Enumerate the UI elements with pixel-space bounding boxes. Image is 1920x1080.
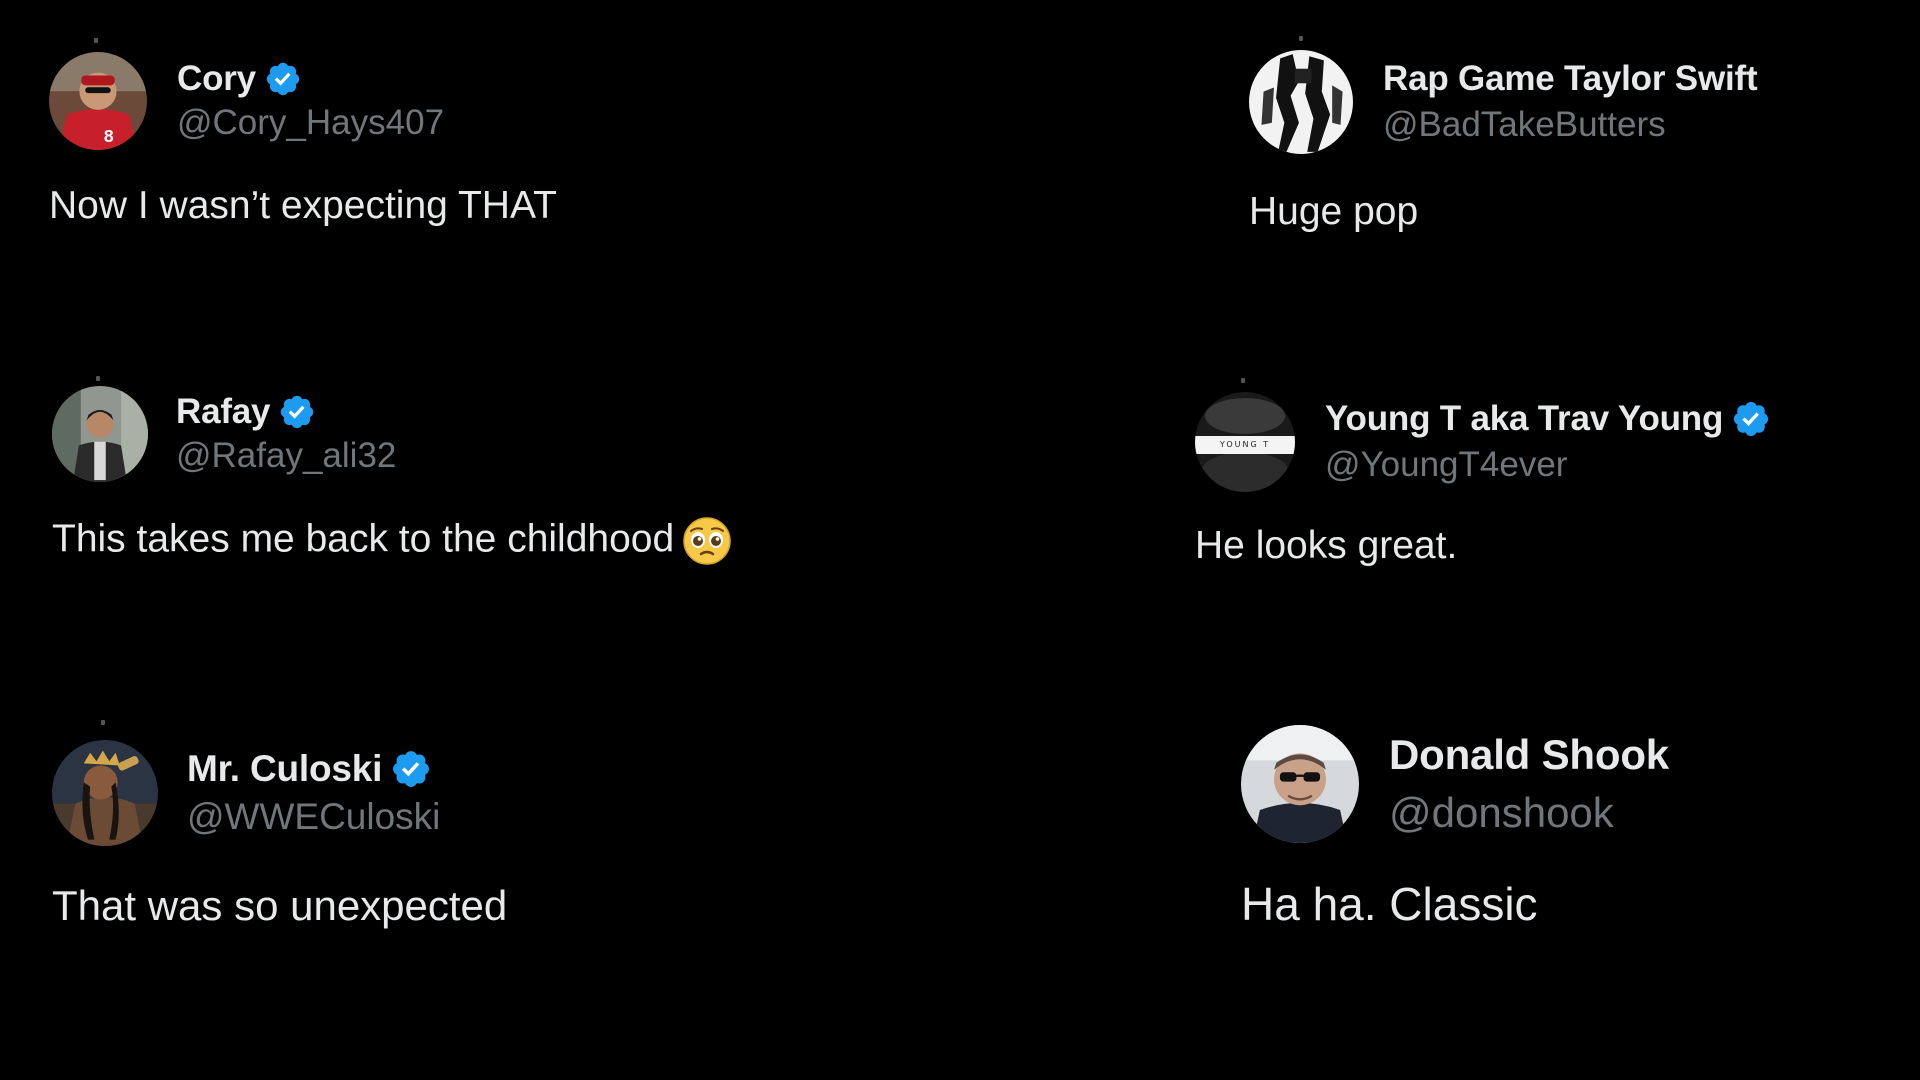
- avatar-man-jacket-icon: [52, 386, 148, 482]
- avatar[interactable]: YOUNG T: [1195, 392, 1295, 492]
- tweet-card[interactable]: 8 Cory @Cory_Hays407 Now I wasn’t expect…: [49, 38, 557, 228]
- divider-dot: [1299, 36, 1303, 41]
- tweet-text-content: This takes me back to the childhood: [52, 517, 675, 561]
- display-name[interactable]: Rafay: [176, 392, 271, 432]
- avatar[interactable]: [52, 740, 158, 846]
- handle[interactable]: @BadTakeButters: [1383, 105, 1757, 145]
- verified-badge-icon: [278, 393, 316, 431]
- tweet-text: Now I wasn’t expecting THAT: [49, 184, 557, 227]
- tweet-card[interactable]: Rap Game Taylor Swift @BadTakeButters Hu…: [1249, 36, 1758, 234]
- avatar[interactable]: 8: [49, 52, 147, 150]
- avatar[interactable]: [1249, 50, 1353, 154]
- handle[interactable]: @YoungT4ever: [1325, 445, 1771, 485]
- pleading-face-emoji-icon: [682, 516, 732, 566]
- avatar-black-white-figure-icon: [1249, 50, 1353, 154]
- tweet-text: That was so unexpected: [52, 882, 508, 929]
- tweet-card[interactable]: YOUNG T Young T aka Trav Young @YoungT4e…: [1195, 378, 1771, 568]
- avatar[interactable]: [52, 386, 148, 482]
- reply-collage: 8 Cory @Cory_Hays407 Now I wasn’t expect…: [0, 0, 1920, 1080]
- tweet-text: Ha ha. Classic: [1241, 878, 1538, 930]
- tweet-card[interactable]: Rafay @Rafay_ali32 This takes me back to…: [52, 376, 732, 566]
- avatar-crowned-wrestler-icon: [52, 740, 158, 846]
- avatar[interactable]: [1241, 725, 1359, 843]
- handle[interactable]: @Rafay_ali32: [176, 436, 396, 476]
- divider-dot: [96, 376, 100, 381]
- divider-dot: [94, 38, 98, 43]
- handle[interactable]: @Cory_Hays407: [177, 103, 444, 143]
- tweet-text: This takes me back to the childhood: [52, 516, 732, 566]
- display-name[interactable]: Mr. Culoski: [187, 748, 382, 790]
- verified-badge-icon: [390, 748, 432, 790]
- tweet-card[interactable]: Donald Shook @donshook Ha ha. Classic: [1241, 725, 1669, 931]
- handle[interactable]: @WWECuloski: [187, 796, 440, 838]
- verified-badge-icon: [1731, 399, 1771, 439]
- verified-badge-icon: [264, 60, 302, 98]
- svg-text:8: 8: [104, 126, 114, 146]
- display-name[interactable]: Donald Shook: [1389, 731, 1669, 779]
- divider-dot: [101, 720, 105, 725]
- avatar-red-jersey-icon: 8: [49, 52, 147, 150]
- display-name[interactable]: Young T aka Trav Young: [1325, 399, 1723, 439]
- display-name[interactable]: Rap Game Taylor Swift: [1383, 59, 1758, 99]
- display-name[interactable]: Cory: [177, 59, 256, 99]
- tweet-card[interactable]: Mr. Culoski @WWECuloski That was so unex…: [52, 720, 508, 930]
- divider-dot: [1241, 378, 1245, 383]
- avatar-man-sunglasses-icon: [1241, 725, 1359, 843]
- tweet-text: Huge pop: [1249, 190, 1419, 233]
- tweet-text: He looks great.: [1195, 524, 1458, 567]
- avatar-caption: YOUNG T: [1219, 440, 1271, 449]
- handle[interactable]: @donshook: [1389, 789, 1669, 837]
